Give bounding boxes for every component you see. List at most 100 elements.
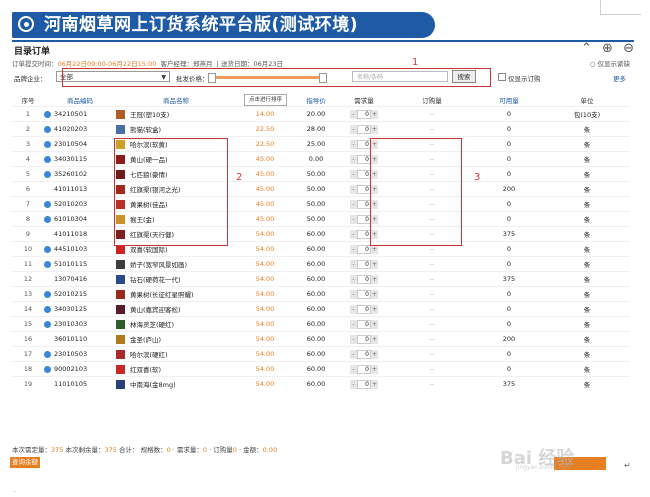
col-code[interactable]: 商品编码 — [44, 94, 116, 107]
table-row[interactable]: 8 61010304 猴王(金) 45.00 50.00-0 + -- 0 条 — [12, 211, 630, 227]
quantity-input[interactable]: 0 — [357, 289, 371, 299]
minus-icon[interactable]: - — [350, 334, 357, 344]
minus-icon[interactable]: - — [350, 319, 357, 329]
quantity-input[interactable]: 0 — [357, 214, 371, 224]
table-row[interactable]: 7 52010203 黄果树(佳品) 45.00 50.00-0 + -- 0 条 — [12, 196, 630, 212]
table-row[interactable]: 6 41011013 红旗渠(银河之光) 45.00 50.00-0 + -- 200 条 — [12, 181, 630, 197]
row-name[interactable]: 钻石(硬荷花一代) — [116, 271, 236, 287]
quantity-input[interactable]: 0 — [357, 169, 371, 179]
quantity-input[interactable]: 0 — [357, 229, 371, 239]
minus-icon[interactable]: - — [350, 289, 357, 299]
quantity-input[interactable]: 0 — [357, 244, 371, 254]
quantity-input[interactable]: 0 — [357, 274, 371, 284]
plus-icon[interactable]: + — [371, 349, 378, 359]
quantity-input[interactable]: 0 — [357, 334, 371, 344]
minus-icon[interactable]: - — [350, 154, 357, 164]
row-name[interactable]: 王冠(塑10支) — [116, 106, 236, 122]
plus-icon[interactable]: + — [371, 109, 378, 119]
table-row[interactable]: 5 35260102 七匹狼(豪情) 45.00 50.00-0 + -- 0 条 — [12, 166, 630, 182]
quantity-input[interactable]: 0 — [357, 124, 371, 134]
table-row[interactable]: 16 36010110 金圣(庐山) 54.00 60.00 -0 + -- 200 条 — [12, 331, 630, 347]
table-row[interactable]: 15 23010303 林海灵芝(硬红) 54.00 60.00-0 + -- 0 条 — [12, 316, 630, 332]
minus-icon[interactable]: - — [350, 259, 357, 269]
quantity-stepper[interactable]: -0 + — [350, 319, 378, 329]
table-row[interactable]: 17 23010503 哈尔滨(硬红) 54.00 60.00-0 + -- 0 条 — [12, 346, 630, 362]
show-shortage-toggle[interactable]: ○ 仅显示紧缺 — [590, 58, 630, 68]
quantity-input[interactable]: 0 — [357, 154, 371, 164]
quantity-stepper[interactable]: -0 + — [350, 289, 378, 299]
quantity-input[interactable]: 0 — [357, 139, 371, 149]
table-row[interactable]: 19 11010105 中南海(金8mg) 54.00 60.00 -0 + -- 375 条 — [12, 376, 630, 391]
table-row[interactable]: 13 52010215 黄果树(长征红星照耀) 54.00 60.00-0 + -- 0 条 — [12, 286, 630, 302]
minus-icon[interactable]: - — [350, 184, 357, 194]
row-name[interactable]: 林海灵芝(硬红) — [116, 316, 236, 332]
minus-icon[interactable]: - — [350, 379, 357, 389]
minus-icon[interactable]: - — [350, 274, 357, 284]
row-name[interactable]: 红双喜(软) — [116, 361, 236, 377]
quantity-stepper[interactable]: -0 + — [350, 124, 378, 134]
col-avail[interactable]: 可用量 — [474, 94, 544, 107]
table-row[interactable]: 4 34030115 黄山(硬一品) 45.00 0.00-0 + -- 0 条 — [12, 151, 630, 167]
only-order-checkbox[interactable] — [498, 73, 506, 81]
more-link[interactable]: 更多 — [613, 73, 626, 83]
table-row[interactable]: 14 34030125 黄山(嘉宾迎客松) 54.00 60.00-0 + -- 0 条 — [12, 301, 630, 317]
quantity-stepper[interactable]: -0 + — [350, 304, 378, 314]
quantity-input[interactable]: 0 — [357, 349, 371, 359]
plus-icon[interactable]: + — [371, 274, 378, 284]
plus-icon[interactable]: + — [371, 289, 378, 299]
quantity-input[interactable]: 0 — [357, 184, 371, 194]
quantity-input[interactable]: 0 — [357, 259, 371, 269]
quantity-stepper[interactable]: -0 + — [350, 379, 378, 389]
quantity-input[interactable]: 0 — [357, 109, 371, 119]
col-guide[interactable]: 指导价 — [294, 94, 338, 107]
minus-icon[interactable]: - — [350, 139, 357, 149]
table-row[interactable]: 12 13070416 钻石(硬荷花一代) 54.00 60.00 -0 + -- 375 条 — [12, 271, 630, 287]
col-no[interactable]: 序号 — [12, 94, 44, 107]
col-name[interactable]: 商品名称 — [116, 94, 236, 107]
minus-icon[interactable]: - — [350, 364, 357, 374]
row-name[interactable]: 中南海(金8mg) — [116, 376, 236, 391]
table-row[interactable]: 10 44510103 双喜(软国际) 54.00 60.00-0 + -- 0 条 — [12, 241, 630, 257]
quantity-stepper[interactable]: -0 + — [350, 334, 378, 344]
table-row[interactable]: 9 41011018 红旗渠(天行健) 54.00 60.00-0 + -- 375 条 — [12, 226, 630, 242]
zoom-out-icon[interactable]: ⊖ — [623, 41, 634, 56]
table-row[interactable]: 11 51010115 娇子(宽窄风景如画) 54.00 60.00-0 + -- 0 条 — [12, 256, 630, 272]
quantity-input[interactable]: 0 — [357, 379, 371, 389]
query-balance-button[interactable]: 查询余额 — [10, 457, 40, 468]
table-row[interactable]: 3 23010504 哈尔滨(软黄) 22.50 25.00-0 + -- 0 条 — [12, 136, 630, 152]
row-name[interactable]: 哈尔滨(硬红) — [116, 346, 236, 362]
collapse-icon[interactable]: ⌃ — [581, 41, 592, 56]
table-row[interactable]: 1 34210501 王冠(塑10支) 14.00 20.00-0 + -- 0 包(10支) — [12, 106, 630, 122]
row-name[interactable]: 黄果树(长征红星照耀) — [116, 286, 236, 302]
plus-icon[interactable]: + — [371, 319, 378, 329]
quantity-stepper[interactable]: -0 + — [350, 259, 378, 269]
quantity-input[interactable]: 0 — [357, 304, 371, 314]
plus-icon[interactable]: + — [371, 259, 378, 269]
minus-icon[interactable]: - — [350, 304, 357, 314]
quantity-stepper[interactable]: -0 + — [350, 349, 378, 359]
quantity-stepper[interactable]: -0 + — [350, 364, 378, 374]
minus-icon[interactable]: - — [350, 229, 357, 239]
plus-icon[interactable]: + — [371, 379, 378, 389]
plus-icon[interactable]: + — [371, 334, 378, 344]
quantity-input[interactable]: 0 — [357, 319, 371, 329]
minus-icon[interactable]: - — [350, 214, 357, 224]
quantity-input[interactable]: 0 — [357, 199, 371, 209]
minus-icon[interactable]: - — [350, 349, 357, 359]
row-name[interactable]: 熊猫(软盒) — [116, 121, 236, 137]
minus-icon[interactable]: - — [350, 199, 357, 209]
quantity-input[interactable]: 0 — [357, 364, 371, 374]
minus-icon[interactable]: - — [350, 169, 357, 179]
row-name[interactable]: 黄山(嘉宾迎客松) — [116, 301, 236, 317]
minus-icon[interactable]: - — [350, 109, 357, 119]
plus-icon[interactable]: + — [371, 304, 378, 314]
quantity-stepper[interactable]: -0 + — [350, 274, 378, 284]
row-name[interactable]: 金圣(庐山) — [116, 331, 236, 347]
plus-icon[interactable]: + — [371, 364, 378, 374]
plus-icon[interactable]: + — [371, 124, 378, 134]
table-row[interactable]: 18 90002103 红双喜(软) 54.00 60.00-0 + -- 0 条 — [12, 361, 630, 377]
quantity-stepper[interactable]: -0 + — [350, 109, 378, 119]
minus-icon[interactable]: - — [350, 244, 357, 254]
row-name[interactable]: 娇子(宽窄风景如画) — [116, 256, 236, 272]
table-row[interactable]: 2 41020203 熊猫(软盒) 22.50 28.00-0 + -- 0 条 — [12, 121, 630, 137]
